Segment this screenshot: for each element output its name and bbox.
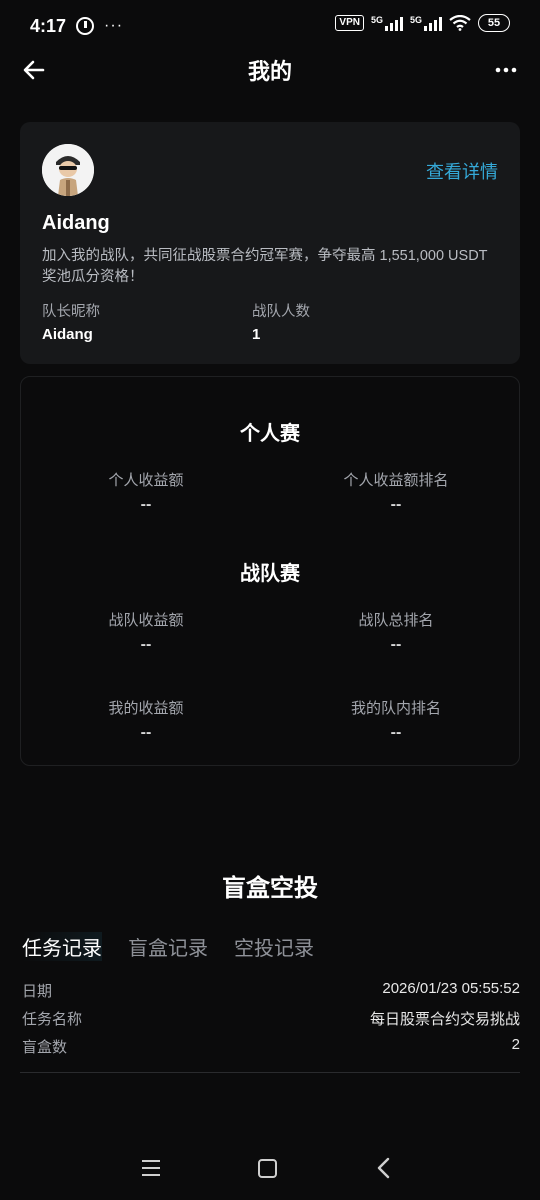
individual-section-title: 个人赛: [240, 423, 300, 445]
my-team-rank-value: --: [390, 724, 402, 741]
my-team-rank-label: 我的队内排名: [350, 700, 441, 717]
team-rank-value: --: [390, 636, 402, 653]
team-earnings-value: --: [140, 636, 152, 653]
header: 我的: [0, 46, 540, 94]
record-label: 盲盒数: [22, 1039, 68, 1056]
team-name: Aidang: [42, 212, 110, 234]
individual-rank: 个人收益额排名 --: [271, 469, 521, 514]
members-label: 战队人数: [252, 304, 310, 320]
status-bar: 4:17 ··· VPN 5G 5G 55: [0, 0, 540, 52]
nav-back-icon[interactable]: [374, 1157, 392, 1179]
divider: [20, 1072, 520, 1073]
tab-task-records[interactable]: 任务记录: [22, 932, 102, 961]
record-value: 每日股票合约交易挑战: [369, 1011, 520, 1028]
vpn-badge: VPN: [335, 15, 364, 31]
individual-rank-label: 个人收益额排名: [343, 472, 449, 489]
team-profile-card: 查看详情 Aidang 加入我的战队，共同征战股票合约冠军赛，争夺最高 1,55…: [20, 122, 520, 364]
team-section-title: 战队赛: [240, 563, 300, 585]
view-details-link[interactable]: 查看详情: [426, 158, 498, 184]
individual-earnings-label: 个人收益额: [108, 472, 184, 489]
battery-icon: 55: [478, 14, 510, 32]
blind-box-title: 盲盒空投: [222, 875, 318, 902]
my-earnings-label: 我的收益额: [108, 700, 184, 717]
record-value: 2026/01/23 05:55:52: [382, 980, 520, 997]
team-earnings: 战队收益额 --: [21, 609, 271, 654]
system-nav-bar: [0, 1140, 540, 1200]
record-row-task-name: 任务名称 每日股票合约交易挑战: [22, 1008, 520, 1029]
record-label: 日期: [22, 983, 53, 1000]
team-rank-label: 战队总排名: [358, 612, 434, 629]
competition-stats-card: 个人赛 个人收益额 -- 个人收益额排名 -- 战队赛 战队收益额 -- 战队总…: [20, 376, 520, 766]
captain-label: 队长昵称: [42, 304, 100, 320]
record-row-date: 日期 2026/01/23 05:55:52: [22, 980, 520, 1001]
my-team-rank: 我的队内排名 --: [271, 697, 521, 742]
individual-earnings-value: --: [140, 496, 152, 513]
more-options-icon[interactable]: [494, 58, 518, 82]
team-description: 加入我的战队，共同征战股票合约冠军赛，争夺最高 1,551,000 USDT 奖…: [42, 248, 488, 285]
page-title: 我的: [247, 59, 292, 84]
recent-apps-icon[interactable]: [142, 1160, 162, 1178]
team-rank: 战队总排名 --: [271, 609, 521, 654]
more-notifications-icon: ···: [104, 17, 124, 34]
status-time: 4:17: [30, 15, 67, 36]
record-value: 2: [511, 1036, 520, 1053]
record-row-box-count: 盲盒数 2: [22, 1036, 520, 1057]
individual-earnings: 个人收益额 --: [21, 469, 271, 514]
signal-icon: 5G: [371, 15, 403, 31]
tab-blind-box-records[interactable]: 盲盒记录: [128, 932, 208, 961]
signal-icon: 5G: [410, 15, 442, 31]
back-arrow-icon[interactable]: [22, 58, 46, 82]
record-label: 任务名称: [22, 1011, 83, 1028]
avatar: [42, 144, 94, 196]
my-earnings: 我的收益额 --: [21, 697, 271, 742]
network-type-label: 5G: [370, 15, 383, 25]
wifi-icon: [449, 15, 471, 31]
individual-rank-value: --: [390, 496, 402, 513]
home-icon[interactable]: [258, 1159, 277, 1178]
record-tabs: 任务记录 盲盒记录 空投记录: [22, 932, 340, 961]
app-notification-icon: [76, 17, 95, 35]
my-earnings-value: --: [140, 724, 152, 741]
tab-airdrop-records[interactable]: 空投记录: [234, 932, 314, 961]
captain-value: Aidang: [42, 326, 93, 343]
network-type-label: 5G: [409, 15, 422, 25]
members-value: 1: [252, 326, 261, 343]
team-earnings-label: 战队收益额: [108, 612, 184, 629]
